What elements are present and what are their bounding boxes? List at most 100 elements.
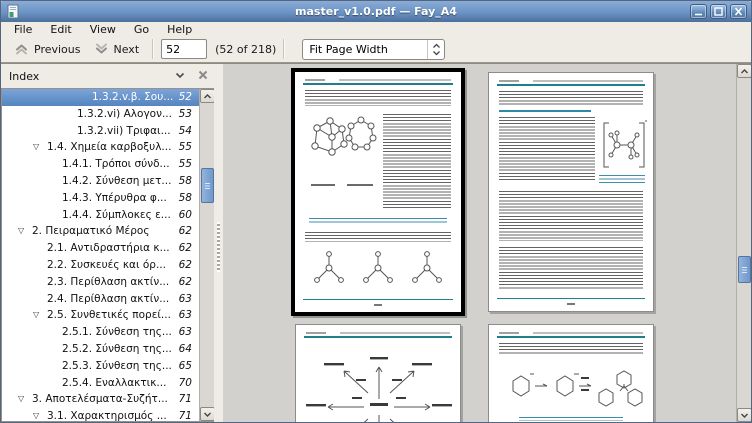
toc-item-label: 2. Πειραματικό Μέρος xyxy=(32,225,149,237)
toc-item[interactable]: ▽ 1.4. Χημεία καρβοξυλ... 55 xyxy=(2,139,199,156)
toc-item[interactable]: 2.5.4. Εναλλακτικ...70 xyxy=(2,375,199,392)
menu-edit[interactable]: Edit xyxy=(41,23,80,36)
toc-item-label: 2.5.3. Σύνθεση της... xyxy=(62,360,172,372)
toc-item-label: 2.5. Συνθετικές πορεί... xyxy=(47,309,171,321)
page-number-input[interactable] xyxy=(161,39,207,59)
toc-item[interactable]: 2.5.3. Σύνθεση της... 65 xyxy=(2,358,199,375)
scroll-down-icon[interactable] xyxy=(200,407,215,421)
toc-item-page: 62 xyxy=(179,225,192,237)
sidebar-splitter[interactable] xyxy=(214,64,223,422)
sidebar-scrollbar[interactable] xyxy=(199,89,214,421)
toc-item[interactable]: 2.2. Συσκευές και όρ... 62 xyxy=(2,257,199,274)
titlebar[interactable]: master_v1.0.pdf — Fay_A4 xyxy=(1,1,751,22)
toolbar-separator xyxy=(152,39,154,59)
toc-item-label: 3.1. Χαρακτηρισμός ... xyxy=(47,410,167,421)
sidebar-close-icon[interactable] xyxy=(197,69,209,84)
menu-go[interactable]: Go xyxy=(125,23,158,36)
next-label: Next xyxy=(114,43,140,56)
toc-item-page: 55 xyxy=(179,158,192,170)
scroll-up-icon[interactable] xyxy=(200,89,215,103)
toc-item-page: 54 xyxy=(179,125,192,137)
document-scroll-thumb[interactable] xyxy=(738,256,751,283)
menubar: File Edit View Go Help xyxy=(1,22,751,36)
toc-item[interactable]: ▽3. Αποτελέσματα-Συζήτ...71 xyxy=(2,391,199,408)
toc-item-label: 2.5.2. Σύνθεση της... xyxy=(62,343,172,355)
expander-icon[interactable]: ▽ xyxy=(18,394,24,404)
page-content xyxy=(295,72,461,312)
toc-item[interactable]: 1.4.4. Σύμπλοκες ε... 60 xyxy=(2,207,199,224)
toc-item[interactable]: 1.4.1. Τρόποι σύνδ...55 xyxy=(2,156,199,173)
toc-item[interactable]: ▽2.5. Συνθετικές πορεί...63 xyxy=(2,307,199,324)
toc-item-page: 58 xyxy=(179,175,192,187)
doc-page-52-current[interactable] xyxy=(291,68,465,316)
toc-item-label: 2.1. Αντιδραστήρια κ... xyxy=(47,242,170,254)
toc-item[interactable]: 1.3.2.v.β. Σου...52 xyxy=(2,89,199,106)
close-button[interactable] xyxy=(730,4,747,19)
expander-icon[interactable]: ▽ xyxy=(33,142,39,152)
toc-item[interactable]: 1.4.3. Υπέρυθρα φ...58 xyxy=(2,190,199,207)
toc-item-page: 65 xyxy=(179,360,192,372)
page-content xyxy=(489,73,653,311)
window-title: master_v1.0.pdf — Fay_A4 xyxy=(1,5,751,18)
toc-item[interactable]: ▽ 2. Πειραματικό Μέρος 62 xyxy=(2,223,199,240)
toc-item-page: 60 xyxy=(179,209,192,221)
sidebar-title[interactable]: Index xyxy=(1,70,39,83)
toc-item[interactable]: 1.3.2.vii) Τριφαι... 54 xyxy=(2,123,199,140)
doc-page-54[interactable] xyxy=(295,324,461,422)
menu-help[interactable]: Help xyxy=(158,23,201,36)
page-content xyxy=(296,325,460,422)
toc-item-page: 70 xyxy=(179,377,192,389)
scroll-down-icon[interactable] xyxy=(737,408,751,422)
page-count-label: (52 of 218) xyxy=(215,43,276,56)
toc-item[interactable]: 1.4.2. Σύνθεση μετ...58 xyxy=(2,173,199,190)
toc-item-page: 71 xyxy=(179,393,192,405)
minimize-button[interactable] xyxy=(690,4,707,19)
sidebar-scroll-thumb[interactable] xyxy=(201,168,214,203)
toc-item-label: 1.4.4. Σύμπλοκες ε... xyxy=(62,209,171,221)
toc-item[interactable]: 2.3. Περίθλαση ακτίν...62 xyxy=(2,274,199,291)
toc-item-page: 53 xyxy=(179,108,192,120)
toc-item-page: 64 xyxy=(179,343,192,355)
toc-item-label: 2.2. Συσκευές και όρ... xyxy=(47,259,166,271)
menu-view[interactable]: View xyxy=(81,23,125,36)
toc-item-page: 58 xyxy=(179,192,192,204)
toc-item-label: 1.3.2.vii) Τριφαι... xyxy=(77,125,171,137)
expander-icon[interactable]: ▽ xyxy=(18,226,24,236)
toc-item[interactable]: 2.5.2. Σύνθεση της... 64 xyxy=(2,341,199,358)
toc-item-label: 2.5.1. Σύνθεση της... xyxy=(62,326,172,338)
menu-file[interactable]: File xyxy=(5,23,41,36)
zoom-select-value: Fit Page Width xyxy=(303,43,427,56)
scroll-up-icon[interactable] xyxy=(737,64,751,78)
toc-item-page: 62 xyxy=(179,259,192,271)
splitter-grip[interactable] xyxy=(217,222,220,272)
toolbar-separator xyxy=(283,39,285,59)
next-button[interactable]: Next xyxy=(87,39,146,59)
toc-item[interactable]: 2.1. Αντιδραστήρια κ...62 xyxy=(2,240,199,257)
zoom-select[interactable]: Fit Page Width xyxy=(302,39,445,60)
toc-item-page: 63 xyxy=(179,293,192,305)
toc-item-label: 1.4. Χημεία καρβοξυλ... xyxy=(47,141,171,153)
sidebar-header: Index xyxy=(1,64,214,88)
double-chevron-up-icon xyxy=(13,41,30,57)
double-chevron-down-icon xyxy=(93,41,110,57)
document-scrollbar[interactable] xyxy=(736,64,751,422)
toc-item[interactable]: ▽3.1. Χαρακτηρισμός ...71 xyxy=(2,408,199,421)
maximize-button[interactable] xyxy=(710,4,727,19)
spinner-arrows-icon[interactable] xyxy=(427,40,444,59)
toc-item[interactable]: 1.3.2.vi) Αλογον...53 xyxy=(2,106,199,123)
toc-item[interactable]: 2.5.1. Σύνθεση της... 63 xyxy=(2,324,199,341)
toc-item-page: 52 xyxy=(179,91,192,103)
toc-item-page: 63 xyxy=(179,326,192,338)
expander-icon[interactable]: ▽ xyxy=(33,310,39,320)
app-icon xyxy=(6,4,21,19)
toc-item-page: 55 xyxy=(179,141,192,153)
toc-item[interactable]: 2.4. Περίθλαση ακτίν...63 xyxy=(2,291,199,308)
doc-page-53[interactable] xyxy=(488,72,654,312)
doc-page-55[interactable] xyxy=(488,324,654,422)
expander-icon[interactable]: ▽ xyxy=(33,411,39,421)
previous-button[interactable]: Previous xyxy=(7,39,87,59)
toc-item-page: 62 xyxy=(179,276,192,288)
page-content xyxy=(489,325,653,422)
chevron-down-icon[interactable] xyxy=(174,69,186,84)
toolbar: Previous Next (52 of 218) Fit Page Width xyxy=(1,36,751,63)
